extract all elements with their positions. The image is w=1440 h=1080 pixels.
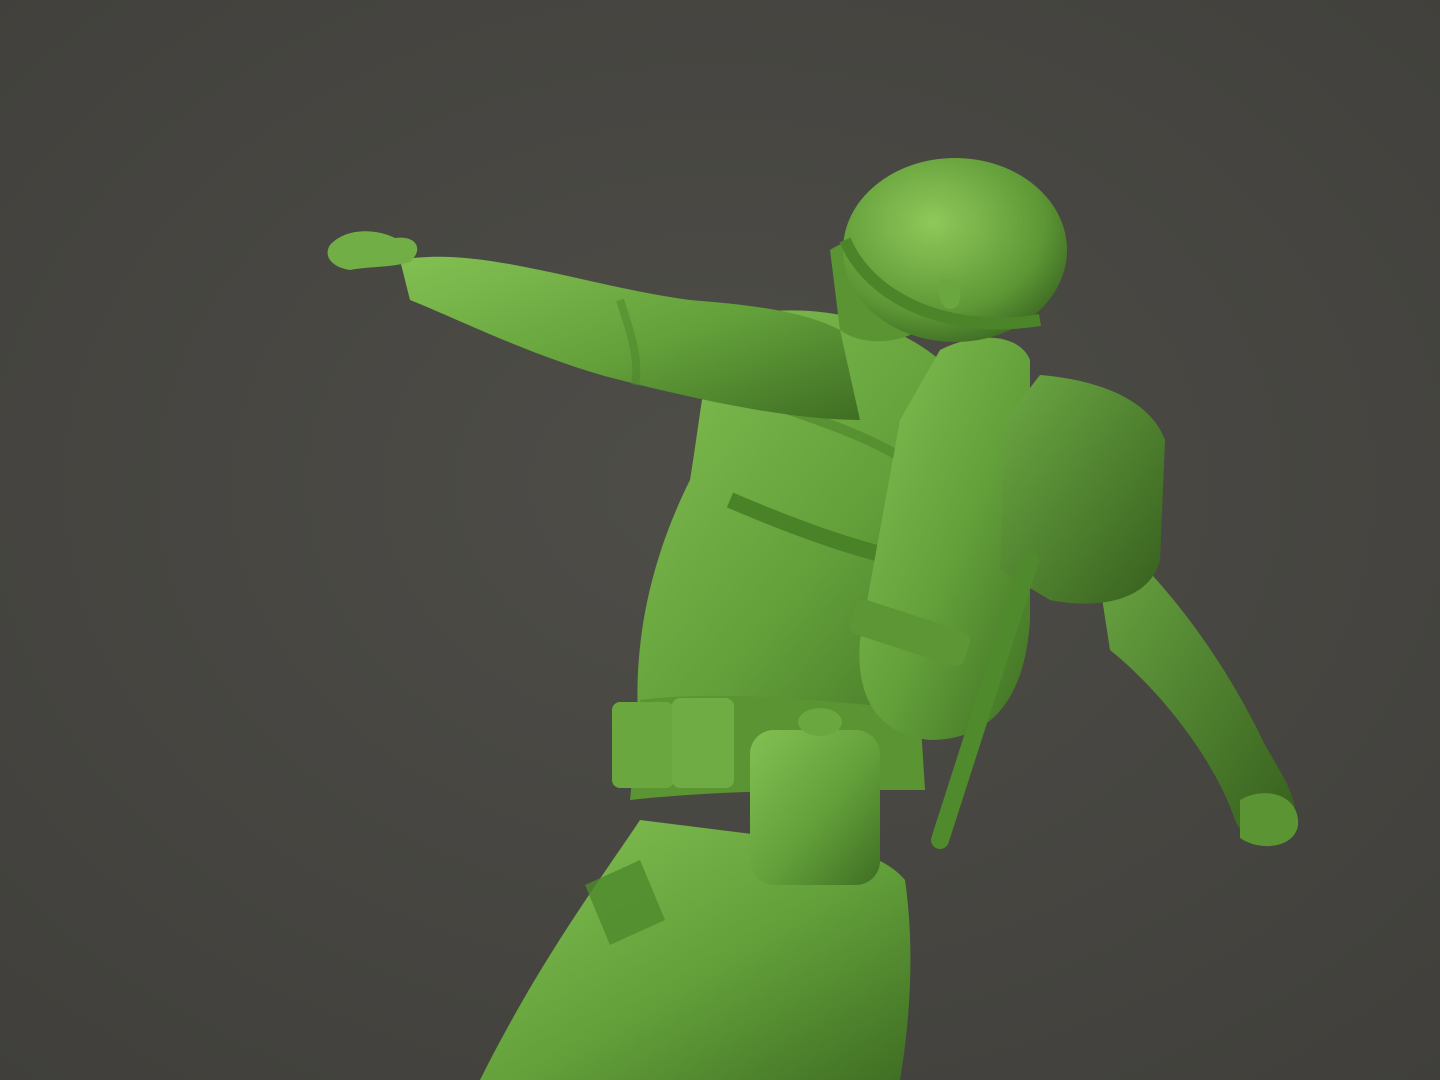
canteen xyxy=(750,730,880,885)
ammo-pouch-2 xyxy=(672,698,734,788)
render-canvas xyxy=(0,0,1440,1080)
canteen-cap xyxy=(798,708,842,736)
ammo-pouch-1 xyxy=(612,702,674,788)
